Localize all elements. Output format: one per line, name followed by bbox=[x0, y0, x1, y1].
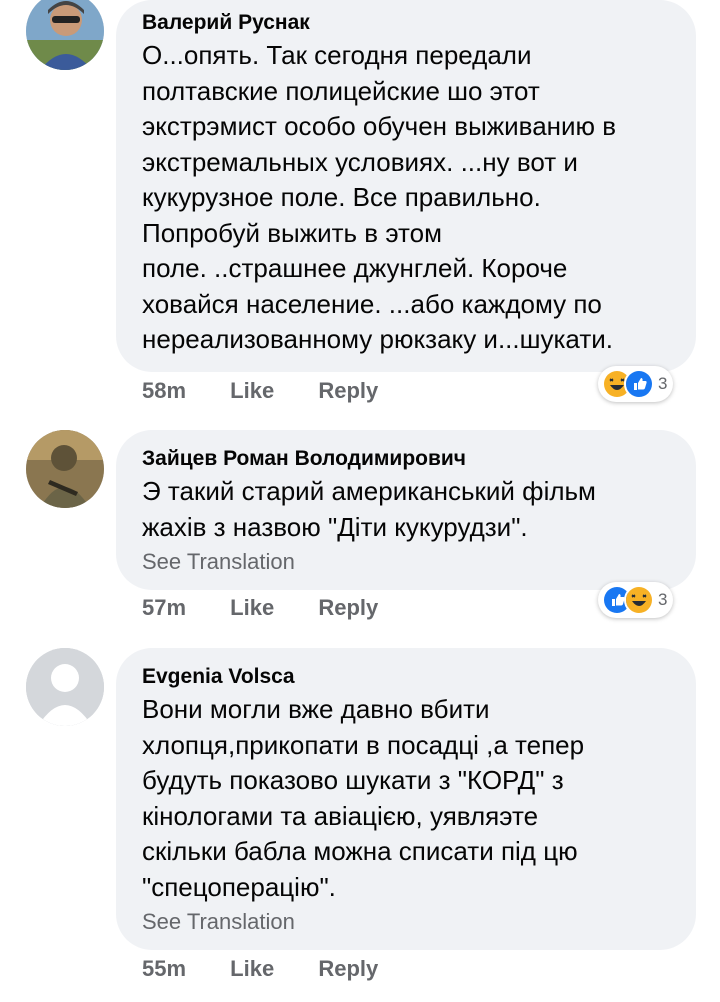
comment-actions: 57m Like Reply bbox=[142, 595, 416, 621]
comment-bubble: Evgenia Volsca Вони могли вже давно вбит… bbox=[116, 648, 696, 950]
comment-text: О...опять. Так сегодня передали полтавск… bbox=[142, 40, 617, 354]
like-button[interactable]: Like bbox=[230, 378, 274, 404]
reaction-count: 3 bbox=[658, 590, 668, 609]
comment-author[interactable]: Evgenia Volsca bbox=[142, 664, 674, 690]
like-button[interactable]: Like bbox=[230, 595, 274, 621]
reactions-summary[interactable]: 3 bbox=[598, 366, 674, 402]
avatar[interactable] bbox=[26, 648, 104, 726]
comment-time[interactable]: 57m bbox=[142, 595, 186, 621]
reply-button[interactable]: Reply bbox=[318, 956, 378, 982]
avatar[interactable] bbox=[26, 430, 104, 508]
like-button[interactable]: Like bbox=[230, 956, 274, 982]
like-icon bbox=[624, 369, 654, 399]
comment-actions: 58m Like Reply bbox=[142, 378, 416, 404]
comment-actions: 55m Like Reply bbox=[142, 956, 416, 982]
haha-icon bbox=[624, 585, 654, 615]
reply-button[interactable]: Reply bbox=[318, 595, 378, 621]
comment-bubble: Валерий Руснак О...опять. Так сегодня пе… bbox=[116, 0, 696, 372]
comment-bubble: Зайцев Роман Володимирович Э такий стари… bbox=[116, 430, 696, 590]
comment-text: Вони могли вже давно вбити хлопця,прикоп… bbox=[142, 694, 585, 902]
comment-time[interactable]: 58m bbox=[142, 378, 186, 404]
comment-text: Э такий старий американський фільм жахів… bbox=[142, 476, 596, 542]
see-translation-link[interactable]: See Translation bbox=[142, 547, 674, 577]
reactions-summary[interactable]: 3 bbox=[598, 582, 674, 618]
see-translation-link[interactable]: See Translation bbox=[142, 907, 674, 937]
comment-author[interactable]: Зайцев Роман Володимирович bbox=[142, 446, 674, 472]
reaction-count: 3 bbox=[658, 374, 668, 393]
comment-author[interactable]: Валерий Руснак bbox=[142, 10, 674, 36]
comment-time[interactable]: 55m bbox=[142, 956, 186, 982]
reply-button[interactable]: Reply bbox=[318, 378, 378, 404]
avatar[interactable] bbox=[26, 0, 104, 70]
